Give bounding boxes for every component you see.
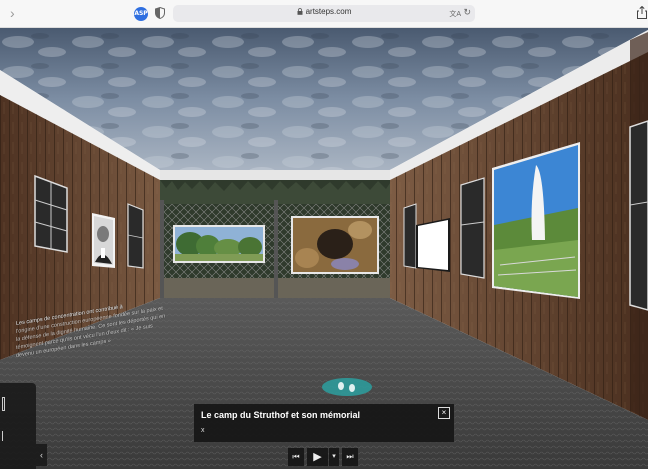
url-text: artsteps.com (305, 7, 352, 16)
artwork-forest[interactable] (173, 225, 265, 263)
artwork-cave[interactable] (291, 216, 379, 274)
right-window-2 (460, 177, 485, 279)
previous-button[interactable]: ⏮ (288, 448, 304, 466)
artwork-blank-board[interactable] (416, 218, 450, 272)
left-window-2 (127, 203, 144, 269)
artwork-portrait[interactable] (92, 213, 115, 268)
lock-icon (297, 8, 303, 15)
play-options-dropdown[interactable]: ▾ (329, 448, 339, 466)
gallery-room (0, 28, 648, 469)
exhibition-subtitle: x (201, 427, 205, 434)
translate-icon[interactable]: 文A (449, 9, 461, 19)
address-bar[interactable]: artsteps.com 文A ↻ (173, 5, 475, 22)
reload-icon[interactable]: ↻ (463, 7, 471, 18)
browser-toolbar: › ASP artsteps.com 文A ↻ (0, 0, 648, 28)
panel-divider (2, 431, 5, 441)
teleport-marker[interactable] (322, 378, 372, 396)
next-button[interactable]: ⏭ (342, 448, 358, 466)
close-info-button[interactable]: × (438, 407, 450, 419)
forward-chevron-icon[interactable]: › (10, 5, 15, 21)
side-panel[interactable] (0, 383, 36, 469)
extension-badge-icon[interactable]: ASP (134, 7, 148, 21)
play-button[interactable]: ▶ (307, 448, 328, 466)
left-window-1 (34, 174, 68, 253)
privacy-shield-icon[interactable] (155, 7, 165, 19)
gallery-3d-view[interactable]: Les camps de concentration ont contribué… (0, 28, 648, 469)
share-icon[interactable] (637, 6, 647, 19)
collapse-panel-button[interactable]: ‹ (36, 444, 47, 466)
info-panel: Le camp du Struthof et son mémorial x × (194, 404, 454, 442)
right-window-3 (629, 120, 648, 311)
right-window-1 (403, 203, 417, 269)
panel-scroll-indicator (2, 397, 5, 411)
exhibition-title: Le camp du Struthof et son mémorial (201, 410, 361, 420)
artwork-memorial[interactable] (492, 142, 580, 299)
